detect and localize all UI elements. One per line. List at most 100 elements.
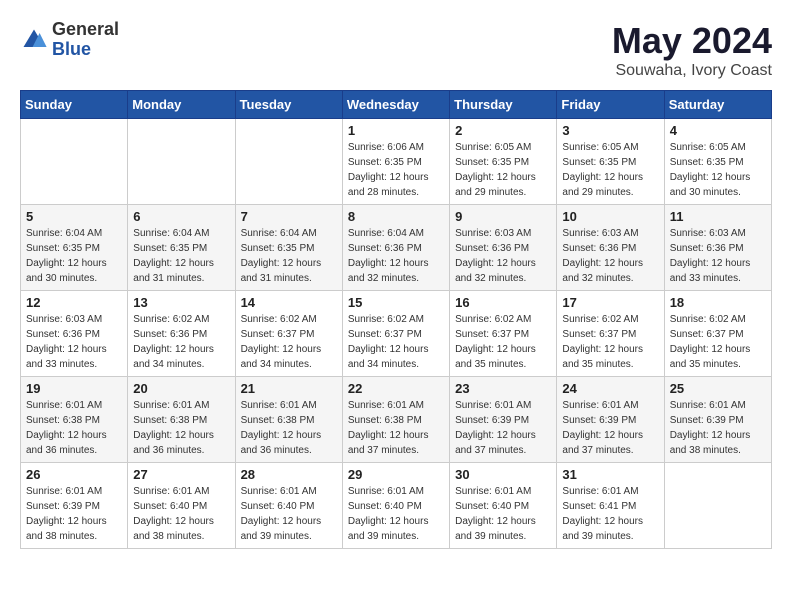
day-cell: 4 Sunrise: 6:05 AMSunset: 6:35 PMDaylight… (664, 119, 771, 205)
day-number: 31 (562, 467, 658, 482)
day-number: 20 (133, 381, 229, 396)
day-cell: 8Sunrise: 6:04 AMSunset: 6:36 PMDaylight… (342, 205, 449, 291)
day-cell: 9 Sunrise: 6:03 AMSunset: 6:36 PMDaylight… (450, 205, 557, 291)
day-cell: 30 Sunrise: 6:01 AMSunset: 6:40 PMDayligh… (450, 463, 557, 549)
day-detail: Sunrise: 6:03 AMSunset: 6:36 PMDaylight:… (562, 226, 658, 286)
day-cell: 26 Sunrise: 6:01 AMSunset: 6:39 PMDayligh… (21, 463, 128, 549)
day-detail: Sunrise: 6:01 AMSunset: 6:38 PMDaylight:… (26, 398, 122, 458)
day-cell: 19 Sunrise: 6:01 AMSunset: 6:38 PMDayligh… (21, 377, 128, 463)
weekday-header-saturday: Saturday (664, 91, 771, 119)
day-cell: 18 Sunrise: 6:02 AMSunset: 6:37 PMDayligh… (664, 291, 771, 377)
day-cell: 22Sunrise: 6:01 AMSunset: 6:38 PMDayligh… (342, 377, 449, 463)
day-number: 4 (670, 123, 766, 138)
weekday-header-monday: Monday (128, 91, 235, 119)
week-row-5: 26 Sunrise: 6:01 AMSunset: 6:39 PMDayligh… (21, 463, 772, 549)
day-detail: Sunrise: 6:03 AMSunset: 6:36 PMDaylight:… (455, 226, 551, 286)
day-detail: Sunrise: 6:02 AMSunset: 6:37 PMDaylight:… (670, 312, 766, 372)
day-cell: 6Sunrise: 6:04 AMSunset: 6:35 PMDaylight… (128, 205, 235, 291)
day-cell: 21 Sunrise: 6:01 AMSunset: 6:38 PMDayligh… (235, 377, 342, 463)
day-number: 28 (241, 467, 337, 482)
day-detail: Sunrise: 6:01 AMSunset: 6:39 PMDaylight:… (670, 398, 766, 458)
day-cell: 13Sunrise: 6:02 AMSunset: 6:36 PMDayligh… (128, 291, 235, 377)
day-detail: Sunrise: 6:03 AMSunset: 6:36 PMDaylight:… (670, 226, 766, 286)
logo-text: General Blue (52, 20, 119, 60)
day-number: 19 (26, 381, 122, 396)
weekday-header-thursday: Thursday (450, 91, 557, 119)
day-cell: 16 Sunrise: 6:02 AMSunset: 6:37 PMDayligh… (450, 291, 557, 377)
weekday-header-sunday: Sunday (21, 91, 128, 119)
day-number: 25 (670, 381, 766, 396)
day-detail: Sunrise: 6:01 AMSunset: 6:39 PMDaylight:… (26, 484, 122, 544)
day-number: 23 (455, 381, 551, 396)
day-cell: 24 Sunrise: 6:01 AMSunset: 6:39 PMDayligh… (557, 377, 664, 463)
day-cell (128, 119, 235, 205)
day-cell (21, 119, 128, 205)
calendar-table: SundayMondayTuesdayWednesdayThursdayFrid… (20, 90, 772, 549)
day-cell: 12 Sunrise: 6:03 AMSunset: 6:36 PMDayligh… (21, 291, 128, 377)
week-row-2: 5 Sunrise: 6:04 AMSunset: 6:35 PMDaylight… (21, 205, 772, 291)
day-cell: 3Sunrise: 6:05 AMSunset: 6:35 PMDaylight… (557, 119, 664, 205)
day-cell: 23 Sunrise: 6:01 AMSunset: 6:39 PMDayligh… (450, 377, 557, 463)
day-cell: 17Sunrise: 6:02 AMSunset: 6:37 PMDayligh… (557, 291, 664, 377)
day-detail: Sunrise: 6:01 AMSunset: 6:38 PMDaylight:… (241, 398, 337, 458)
day-cell: 25 Sunrise: 6:01 AMSunset: 6:39 PMDayligh… (664, 377, 771, 463)
logo-line1: General (52, 20, 119, 40)
day-number: 8 (348, 209, 444, 224)
weekday-header-tuesday: Tuesday (235, 91, 342, 119)
day-number: 26 (26, 467, 122, 482)
day-cell: 31 Sunrise: 6:01 AMSunset: 6:41 PMDayligh… (557, 463, 664, 549)
day-number: 6 (133, 209, 229, 224)
main-title: May 2024 (612, 20, 772, 62)
day-cell: 28 Sunrise: 6:01 AMSunset: 6:40 PMDayligh… (235, 463, 342, 549)
day-number: 12 (26, 295, 122, 310)
day-number: 16 (455, 295, 551, 310)
day-number: 9 (455, 209, 551, 224)
day-detail: Sunrise: 6:01 AMSunset: 6:40 PMDaylight:… (455, 484, 551, 544)
day-number: 1 (348, 123, 444, 138)
day-number: 24 (562, 381, 658, 396)
day-detail: Sunrise: 6:05 AMSunset: 6:35 PMDaylight:… (455, 140, 551, 200)
day-cell: 29Sunrise: 6:01 AMSunset: 6:40 PMDayligh… (342, 463, 449, 549)
day-cell: 1 Sunrise: 6:06 AMSunset: 6:35 PMDaylight… (342, 119, 449, 205)
day-number: 5 (26, 209, 122, 224)
day-cell: 11 Sunrise: 6:03 AMSunset: 6:36 PMDayligh… (664, 205, 771, 291)
day-number: 7 (241, 209, 337, 224)
weekday-header-wednesday: Wednesday (342, 91, 449, 119)
logo: General Blue (20, 20, 119, 60)
day-detail: Sunrise: 6:05 AMSunset: 6:35 PMDaylight:… (562, 140, 658, 200)
day-detail: Sunrise: 6:04 AMSunset: 6:35 PMDaylight:… (241, 226, 337, 286)
day-detail: Sunrise: 6:01 AMSunset: 6:41 PMDaylight:… (562, 484, 658, 544)
week-row-3: 12 Sunrise: 6:03 AMSunset: 6:36 PMDayligh… (21, 291, 772, 377)
day-cell: 14 Sunrise: 6:02 AMSunset: 6:37 PMDayligh… (235, 291, 342, 377)
day-detail: Sunrise: 6:02 AMSunset: 6:37 PMDaylight:… (455, 312, 551, 372)
day-detail: Sunrise: 6:01 AMSunset: 6:39 PMDaylight:… (455, 398, 551, 458)
day-detail: Sunrise: 6:01 AMSunset: 6:39 PMDaylight:… (562, 398, 658, 458)
day-detail: Sunrise: 6:05 AMSunset: 6:35 PMDaylight:… (670, 140, 766, 200)
day-detail: Sunrise: 6:02 AMSunset: 6:37 PMDaylight:… (562, 312, 658, 372)
day-detail: Sunrise: 6:01 AMSunset: 6:40 PMDaylight:… (241, 484, 337, 544)
day-cell: 20Sunrise: 6:01 AMSunset: 6:38 PMDayligh… (128, 377, 235, 463)
day-number: 18 (670, 295, 766, 310)
day-cell: 10 Sunrise: 6:03 AMSunset: 6:36 PMDayligh… (557, 205, 664, 291)
title-block: May 2024 Souwaha, Ivory Coast (612, 20, 772, 80)
day-cell (235, 119, 342, 205)
day-number: 2 (455, 123, 551, 138)
day-detail: Sunrise: 6:06 AMSunset: 6:35 PMDaylight:… (348, 140, 444, 200)
day-number: 30 (455, 467, 551, 482)
week-row-1: 1 Sunrise: 6:06 AMSunset: 6:35 PMDaylight… (21, 119, 772, 205)
weekday-header-row: SundayMondayTuesdayWednesdayThursdayFrid… (21, 91, 772, 119)
day-number: 14 (241, 295, 337, 310)
day-detail: Sunrise: 6:02 AMSunset: 6:37 PMDaylight:… (241, 312, 337, 372)
logo-line2: Blue (52, 40, 119, 60)
day-number: 27 (133, 467, 229, 482)
day-number: 15 (348, 295, 444, 310)
day-number: 21 (241, 381, 337, 396)
day-cell: 15Sunrise: 6:02 AMSunset: 6:37 PMDayligh… (342, 291, 449, 377)
day-number: 10 (562, 209, 658, 224)
day-cell (664, 463, 771, 549)
day-detail: Sunrise: 6:01 AMSunset: 6:40 PMDaylight:… (133, 484, 229, 544)
day-cell: 27 Sunrise: 6:01 AMSunset: 6:40 PMDayligh… (128, 463, 235, 549)
day-detail: Sunrise: 6:01 AMSunset: 6:40 PMDaylight:… (348, 484, 444, 544)
day-detail: Sunrise: 6:03 AMSunset: 6:36 PMDaylight:… (26, 312, 122, 372)
day-number: 11 (670, 209, 766, 224)
